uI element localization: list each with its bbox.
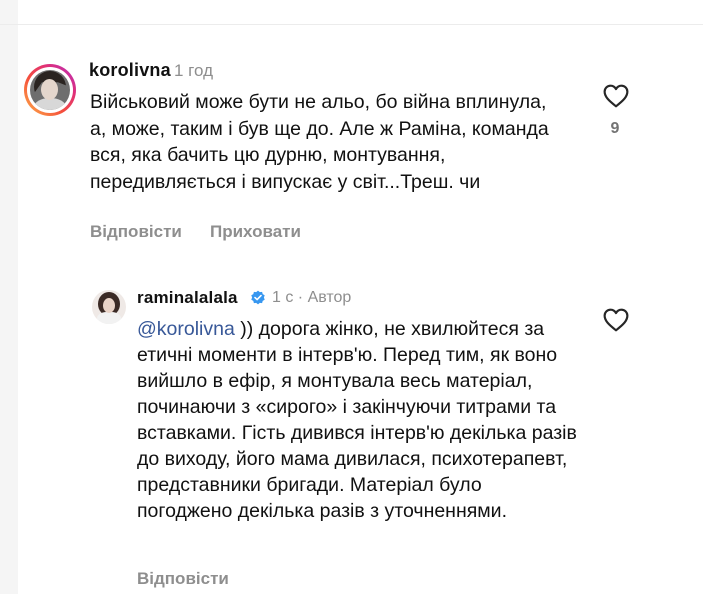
top-divider (0, 24, 703, 25)
comment-username[interactable]: raminalalala (137, 288, 238, 308)
avatar-ring-inner (27, 67, 73, 113)
comment-timestamp-author: 1 с · Автор (272, 289, 352, 306)
comment-body: )) дорога жінко, не хвилюйтеся за етичні… (137, 318, 577, 522)
reply-button[interactable]: Відповісти (90, 222, 182, 242)
mention-link[interactable]: @korolivna (137, 318, 235, 340)
avatar-story-ring[interactable] (24, 64, 76, 116)
heart-outline-icon[interactable] (603, 308, 629, 332)
comment-text: Військовий може бути не альо, бо війна в… (90, 91, 549, 193)
heart-outline-icon[interactable] (603, 84, 629, 108)
avatar (30, 70, 70, 110)
left-edge-shade (0, 0, 18, 594)
hide-button[interactable]: Приховати (210, 222, 301, 242)
verified-badge-icon (251, 290, 265, 305)
comment-username[interactable]: korolivna (89, 60, 171, 81)
comment-timestamp: 1 год (174, 61, 214, 80)
comment-text: @korolivna )) дорога жінко, не хвилюйтес… (137, 316, 577, 524)
avatar[interactable] (92, 290, 126, 324)
reply-button[interactable]: Відповісти (137, 569, 229, 589)
like-count[interactable]: 9 (600, 120, 630, 138)
